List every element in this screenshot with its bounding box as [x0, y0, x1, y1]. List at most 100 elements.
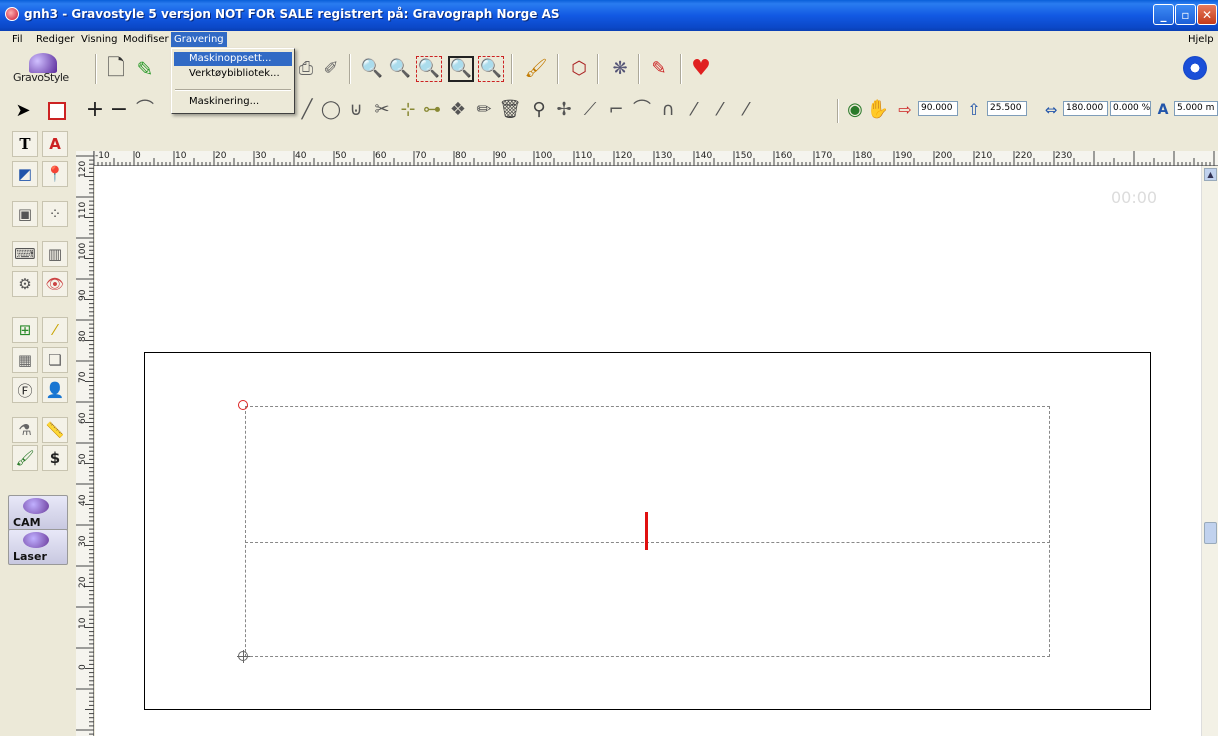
app-icon[interactable]	[5, 7, 19, 21]
minimize-button[interactable]: _	[1153, 4, 1174, 25]
engrave-icon[interactable]: ✎	[645, 56, 673, 82]
pin-icon[interactable]: 📍	[42, 161, 68, 187]
menu-fil[interactable]: Fil	[9, 32, 26, 47]
print-icon[interactable]: ⎙	[295, 56, 317, 82]
open-file-icon[interactable]: ✎	[133, 56, 157, 82]
ruler-label: 0	[135, 151, 141, 161]
select-arrow-icon[interactable]: ➤	[14, 101, 32, 121]
text-frame-icon[interactable]: ◩	[12, 161, 38, 187]
fit-page-icon[interactable]: ◉	[845, 99, 865, 121]
tab-laser[interactable]: Laser	[8, 529, 68, 565]
origin-top-marker[interactable]	[238, 400, 248, 410]
y-position-field[interactable]: 25.500	[987, 101, 1027, 116]
pan-hand-icon[interactable]: ✋	[867, 99, 889, 121]
delete-icon[interactable]: 🗑	[498, 99, 522, 121]
text-style-icon[interactable]: A	[42, 131, 68, 157]
menu-item-maskinoppsett[interactable]: Maskinoppsett...	[174, 52, 292, 66]
join-nodes-icon[interactable]: ⊹	[396, 99, 420, 121]
wizard-icon[interactable]: ❋	[606, 56, 634, 82]
horizontal-ruler[interactable]: -10 0 10 20 30 40 50 60 70 80 90 100 110 120 130 140 150…	[76, 151, 1218, 166]
matrix-icon[interactable]: ⊞	[12, 317, 38, 343]
remove-node-icon[interactable]: −	[108, 99, 130, 121]
title-bar[interactable]: gnh3 - Gravostyle 5 versjon NOT FOR SALE…	[0, 0, 1218, 31]
arc-segment-icon[interactable]: ⌒	[631, 99, 653, 121]
corner-segment-icon[interactable]: ⌐	[605, 99, 627, 121]
table-icon[interactable]: ▦	[12, 347, 38, 373]
function-icon[interactable]: Ⓕ	[12, 377, 38, 403]
gravostyle-logo[interactable]: GravoStyle	[11, 51, 73, 91]
menu-item-verktoybibliotek[interactable]: Verktøybibliotek...	[174, 67, 292, 81]
node-align-icon[interactable]: ⁄	[709, 99, 731, 121]
add-node-icon[interactable]: +	[84, 99, 106, 121]
scroll-thumb[interactable]	[1204, 522, 1217, 544]
menu-hjelp[interactable]: Hjelp	[1185, 32, 1217, 47]
menu-gravering[interactable]: Gravering	[171, 32, 227, 47]
origin-bottom-marker[interactable]	[237, 650, 250, 663]
close-button[interactable]: ✕	[1197, 4, 1217, 25]
gear-icon[interactable]: ⚙	[12, 271, 38, 297]
toolbar-separator	[597, 54, 599, 84]
vectorize-icon[interactable]: ⁘	[42, 201, 68, 227]
ruler-label: 30	[255, 151, 267, 161]
break-nodes-icon[interactable]: ⊶	[420, 99, 444, 121]
tool-holder-icon[interactable]: ⚗	[12, 417, 38, 443]
text-tool-icon[interactable]: T	[12, 131, 38, 157]
menu-item-maskinering[interactable]: Maskinering...	[174, 95, 292, 109]
laser-icon	[23, 532, 49, 548]
ruler-label: 100	[78, 242, 88, 260]
copy-array-icon[interactable]: ❏	[42, 347, 68, 373]
text-height-field[interactable]: 5.000 m	[1174, 101, 1218, 116]
rectangle-select-icon[interactable]	[48, 102, 66, 120]
scale-field[interactable]: 0.000 %	[1110, 101, 1151, 116]
vertical-scrollbar[interactable]: ▲	[1201, 166, 1218, 736]
paint-icon[interactable]: 🖌	[12, 445, 38, 471]
width-field[interactable]: 180.000	[1063, 101, 1108, 116]
menu-modifiser[interactable]: Modifiser	[120, 32, 172, 47]
new-file-icon[interactable]: 🗋	[105, 56, 127, 82]
weld-icon[interactable]: ❖	[446, 99, 470, 121]
smooth-node-icon[interactable]: ✢	[553, 99, 575, 121]
zoom-selection-icon[interactable]: 🔍	[478, 56, 504, 82]
edit-node-icon[interactable]: ✏	[472, 99, 496, 121]
maximize-button[interactable]: ▫	[1175, 4, 1196, 25]
zoom-icon[interactable]: 🔍	[360, 56, 384, 82]
line-tool-icon[interactable]: ╱	[296, 99, 318, 121]
menu-rediger[interactable]: Rediger	[33, 32, 77, 47]
eye-icon[interactable]: 👁	[42, 271, 68, 297]
material-icon[interactable]: ⬡	[566, 56, 592, 82]
circle-tool-icon[interactable]: ◯	[320, 99, 342, 121]
vertical-ruler[interactable]: 120 110 100 90 80 70 60 50 40 30 20 10 0	[76, 151, 94, 736]
price-icon[interactable]: $	[42, 445, 68, 471]
ruler-label: 90	[495, 151, 507, 161]
user-icon[interactable]: 👤	[42, 377, 68, 403]
delete-node-icon[interactable]: ⚲	[528, 99, 550, 121]
text-height-icon: A	[1157, 102, 1169, 118]
preview-icon[interactable]: ✐	[320, 56, 342, 82]
barcode-icon[interactable]: ▥	[42, 241, 68, 267]
tab-cam[interactable]: CAM	[8, 495, 68, 531]
x-position-field[interactable]: 90.000	[918, 101, 958, 116]
scroll-up-arrow-icon[interactable]: ▲	[1204, 168, 1217, 181]
scissors-icon[interactable]: ✂	[370, 99, 394, 121]
gravostyle-window: gnh3 - Gravostyle 5 versjon NOT FOR SALE…	[0, 0, 1218, 736]
zoom-fit-icon[interactable]: 🔍	[416, 56, 442, 82]
scanner-icon[interactable]: ⌨	[12, 241, 38, 267]
node-curve-icon[interactable]: ⌒	[134, 99, 156, 121]
help-sphere-icon[interactable]	[1183, 56, 1207, 80]
node-distribute-icon[interactable]: ⁄	[735, 99, 757, 121]
hatch-icon[interactable]: ⁄	[42, 317, 68, 343]
left-tool-panel: T A ◩ 📍 ▣ ⁘ ⌨ ▥ ⚙ 👁 ⊞ ⁄ ▦ ❏ Ⓕ 👤 ⚗ 📏 🖌 $ …	[0, 127, 74, 736]
drawing-canvas[interactable]: 00:00	[95, 166, 1201, 736]
zoom-out-icon[interactable]: 🔍	[388, 56, 412, 82]
brush-icon[interactable]: 🖌	[522, 56, 550, 82]
heart-icon[interactable]: ♥	[688, 56, 714, 82]
union-icon[interactable]: ⊍	[344, 99, 368, 121]
zoom-window-icon[interactable]: 🔍	[448, 56, 474, 82]
straight-segment-icon[interactable]: ⟋	[579, 99, 601, 121]
measure-icon[interactable]: 📏	[42, 417, 68, 443]
menu-visning[interactable]: Visning	[78, 32, 120, 47]
node-type-icon[interactable]: ⁄	[683, 99, 705, 121]
vertical-ruler-ticks	[76, 155, 94, 735]
image-tool-icon[interactable]: ▣	[12, 201, 38, 227]
bezier-segment-icon[interactable]: ∩	[657, 99, 679, 121]
